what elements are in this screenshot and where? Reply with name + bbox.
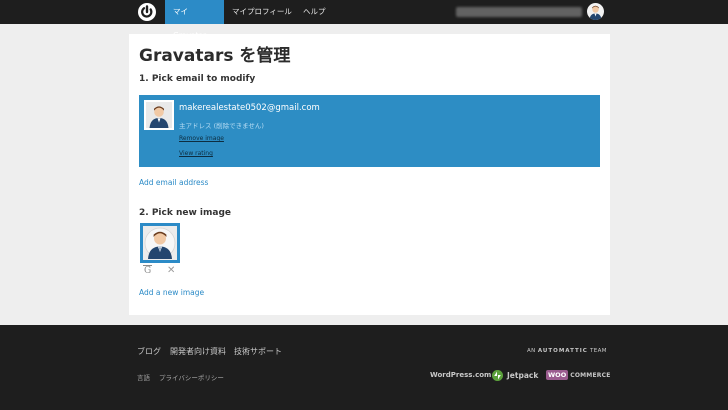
- user-avatar[interactable]: [587, 3, 604, 20]
- nav-my-profile[interactable]: マイプロフィール: [224, 0, 300, 24]
- woocommerce-link[interactable]: WOO COMMERCE: [546, 369, 611, 381]
- nav-help[interactable]: ヘルプ: [295, 0, 334, 24]
- footer: [0, 325, 728, 410]
- user-email-blurred: [456, 7, 582, 17]
- top-nav-bar: マイ Gravatar マイプロフィール ヘルプ: [0, 0, 728, 40]
- automattic-suffix: TEAM: [590, 348, 607, 354]
- automattic-prefix: AN: [527, 348, 536, 354]
- email-avatar: [144, 100, 174, 130]
- page-title: Gravatars を管理: [139, 46, 291, 66]
- section-pick-email-title: 1. Pick email to modify: [139, 74, 256, 84]
- nav-my-gravatar[interactable]: マイ Gravatar: [165, 0, 224, 40]
- add-email-link[interactable]: Add email address: [139, 178, 208, 187]
- footer-link-support[interactable]: 技術サポート: [234, 346, 282, 357]
- jetpack-link[interactable]: Jetpack: [492, 369, 538, 381]
- view-rating-link[interactable]: View rating: [179, 150, 213, 157]
- delete-x-icon[interactable]: ✕: [167, 265, 175, 276]
- jetpack-icon: [492, 369, 503, 381]
- woo-badge: WOO: [546, 370, 569, 380]
- woo-commerce-label: COMMERCE: [570, 371, 611, 379]
- footer-link-privacy[interactable]: プライバシーポリシー: [159, 372, 224, 382]
- footer-link-blog[interactable]: ブログ: [137, 346, 161, 357]
- section-pick-image-title: 2. Pick new image: [139, 208, 231, 218]
- remove-image-link[interactable]: Remove image: [179, 135, 224, 142]
- automattic-name: AUTOMATTIC: [537, 348, 588, 354]
- automattic-team-label: AN AUTOMATTIC TEAM: [527, 348, 607, 354]
- g-rating-icon[interactable]: G: [143, 265, 153, 276]
- footer-link-language[interactable]: 言語: [137, 372, 150, 382]
- gravatar-logo-icon[interactable]: [138, 3, 156, 21]
- email-primary-note: 主アドレス (削除できません): [179, 122, 264, 130]
- add-new-image-link[interactable]: Add a new image: [139, 288, 204, 297]
- email-address: makerealestate0502@gmail.com: [179, 103, 320, 113]
- wordpress-link[interactable]: WordPress.com: [430, 371, 491, 379]
- selectable-image[interactable]: [140, 223, 180, 263]
- jetpack-label: Jetpack: [507, 370, 539, 380]
- footer-link-developers[interactable]: 開発者向け資料: [170, 346, 226, 357]
